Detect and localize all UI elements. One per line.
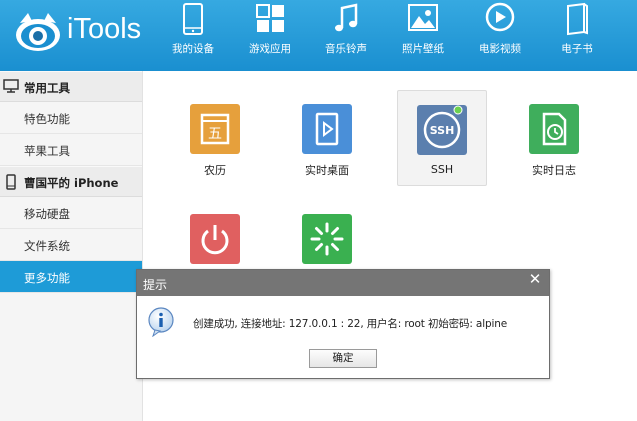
nav-label: 游戏应用	[249, 43, 291, 55]
sidebar-item-more-features[interactable]: 更多功能	[0, 261, 142, 293]
tile-label: 实时桌面	[305, 164, 349, 177]
nav-label: 我的设备	[172, 43, 214, 55]
sidebar-item-label: 移动硬盘	[24, 207, 70, 221]
power-icon	[190, 214, 240, 264]
tile-lunar-calendar[interactable]: 五 农历	[170, 90, 260, 186]
status-dot-icon	[453, 105, 463, 115]
sidebar-item-label: 特色功能	[24, 112, 70, 126]
sidebar-item-mobile-disk[interactable]: 移动硬盘	[0, 197, 142, 229]
sidebar-group-title: 曹国平的 iPhone	[24, 176, 119, 190]
nav-label: 音乐铃声	[325, 43, 367, 55]
sidebar-group-title: 常用工具	[24, 81, 70, 95]
nav-music[interactable]: 音乐铃声	[314, 0, 378, 71]
iphone-icon	[6, 174, 16, 190]
nav-label: 电子书	[561, 43, 593, 55]
ok-button[interactable]: 确定	[309, 349, 377, 368]
sidebar-item-label: 文件系统	[24, 239, 70, 253]
realtime-log-icon	[529, 104, 579, 154]
dialog-title: 提示	[143, 278, 168, 292]
info-icon	[148, 307, 174, 337]
sidebar-item-label: 更多功能	[24, 271, 70, 285]
sidebar-group-tools[interactable]: 常用工具	[0, 71, 142, 102]
loading-spinner-icon	[302, 214, 352, 264]
realtime-desktop-icon	[302, 104, 352, 154]
itools-logo-icon	[16, 13, 60, 51]
phone-icon	[183, 3, 203, 35]
book-icon	[567, 2, 588, 36]
nav-games-apps[interactable]: 游戏应用	[238, 0, 302, 71]
tile-realtime-log[interactable]: 实时日志	[509, 90, 599, 186]
monitor-icon	[3, 79, 19, 93]
sidebar: 常用工具 特色功能 苹果工具 曹国平的 iPhone 移动硬盘 文件系统 更多功…	[0, 71, 143, 421]
tile-label: SSH	[430, 163, 454, 176]
nav-videos[interactable]: 电影视频	[468, 0, 532, 71]
dialog-message: 创建成功, 连接地址: 127.0.0.1 : 22, 用户名: root 初始…	[193, 318, 508, 330]
sidebar-group-device[interactable]: 曹国平的 iPhone	[0, 166, 142, 197]
tile-label: 实时日志	[532, 164, 576, 177]
tile-realtime-desktop[interactable]: 实时桌面	[282, 90, 372, 186]
nav-ebooks[interactable]: 电子书	[545, 0, 609, 71]
close-icon[interactable]: ✕	[521, 270, 549, 290]
nav-photos[interactable]: 照片壁纸	[391, 0, 455, 71]
tile-label: 农历	[204, 164, 226, 177]
tile-ssh[interactable]: SSH SSH	[397, 90, 487, 186]
apps-grid-icon	[256, 4, 284, 32]
info-dialog: 提示 ✕ 创建成功, 连接地址: 127.0.0.1 : 22, 用户名: ro…	[136, 269, 550, 379]
top-header: iTools 我的设备 游戏应用 音乐铃声 照片壁纸 电影视频 电子书	[0, 0, 637, 71]
sidebar-item-apple-tools[interactable]: 苹果工具	[0, 134, 142, 166]
ssh-glyph: SSH	[430, 124, 455, 137]
dialog-title-bar[interactable]: 提示 ✕	[137, 270, 549, 296]
sidebar-item-label: 苹果工具	[24, 144, 70, 158]
sidebar-item-file-system[interactable]: 文件系统	[0, 229, 142, 261]
brand-title: iTools	[67, 13, 142, 45]
sidebar-item-features[interactable]: 特色功能	[0, 102, 142, 134]
nav-label: 照片壁纸	[402, 43, 444, 55]
calendar-glyph: 五	[208, 126, 222, 142]
nav-label: 电影视频	[479, 43, 521, 55]
music-note-icon	[335, 3, 358, 32]
photo-icon	[408, 4, 438, 31]
calendar-icon: 五	[190, 104, 240, 154]
play-circle-icon	[485, 2, 515, 32]
nav-my-device[interactable]: 我的设备	[161, 0, 225, 71]
